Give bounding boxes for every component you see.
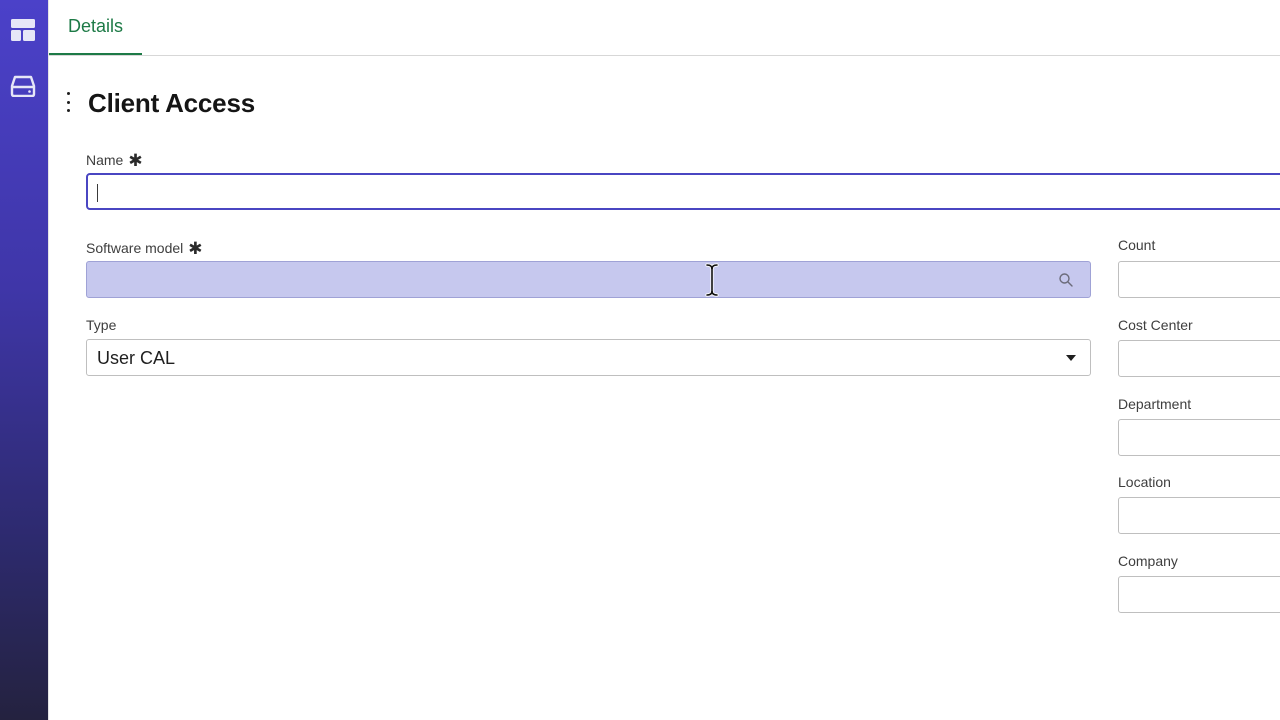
- page-title: Client Access: [88, 88, 255, 118]
- location-input[interactable]: [1118, 497, 1280, 534]
- text-cursor-icon: [705, 263, 719, 297]
- name-label-text: Name: [86, 152, 124, 168]
- tab-details[interactable]: Details: [49, 0, 142, 55]
- company-input[interactable]: [1118, 576, 1280, 613]
- text-caret: [97, 184, 98, 202]
- chevron-down-icon: [1066, 355, 1076, 361]
- department-input[interactable]: [1118, 419, 1280, 456]
- cost-center-label: Cost Center: [1118, 317, 1193, 333]
- software-model-required-mark: ✱: [188, 239, 203, 258]
- search-icon[interactable]: [1058, 272, 1074, 288]
- inbox-tray-icon[interactable]: [8, 71, 38, 101]
- software-model-input[interactable]: [86, 261, 1091, 298]
- count-label: Count: [1118, 237, 1156, 253]
- type-select[interactable]: User CAL: [86, 339, 1091, 376]
- more-options-icon[interactable]: [62, 92, 74, 112]
- count-input[interactable]: [1118, 261, 1280, 298]
- name-input[interactable]: [86, 173, 1280, 210]
- location-label: Location: [1118, 474, 1171, 490]
- dashboard-layout-icon[interactable]: [8, 15, 38, 45]
- rail-divider: [48, 0, 49, 720]
- type-selected-value: User CAL: [97, 348, 176, 368]
- type-label: Type: [86, 317, 117, 333]
- cost-center-input[interactable]: [1118, 340, 1280, 377]
- left-rail: [0, 0, 48, 720]
- name-required-mark: ✱: [128, 151, 143, 170]
- software-model-label-text: Software model: [86, 240, 184, 256]
- tab-details-label: Details: [67, 16, 124, 36]
- software-model-label: Software model ✱: [86, 238, 203, 258]
- name-label: Name ✱: [86, 150, 143, 170]
- tab-bar: Details: [49, 0, 1280, 56]
- department-label: Department: [1118, 396, 1192, 412]
- company-label: Company: [1118, 553, 1178, 569]
